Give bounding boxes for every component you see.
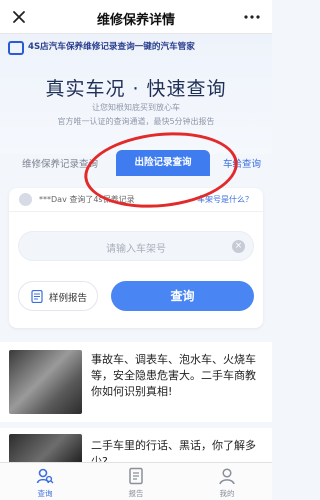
vin-help-link[interactable]: 车架号是什么？ [197,194,253,205]
document-icon [31,290,43,303]
tab-maintenance-record[interactable]: 维修保养记录查询 [22,156,98,170]
profile-icon [219,468,235,485]
ticker-text: ***Dav 查询了4s保养记录 [39,194,135,205]
hero-subline-2: 官方唯一认证的查询通道，最快5分钟出报告 [57,117,215,126]
sample-report-label: 样例报告 [49,293,88,304]
avatar [19,193,32,206]
nav-query-label: 查询 [37,489,53,498]
article-title: 事故车、调表车、泡水车、火烧车等，安全隐患危害大。二手车商教你如何识别真相! [91,353,256,398]
nav-profile-label: 我的 [219,489,235,498]
ticker-action: 查询了4s保养记录 [69,195,135,204]
bottom-nav: 查询 报告 我的 [0,462,272,500]
page-title: 维修保养详情 [96,13,175,28]
query-button[interactable]: 查询 [111,281,254,311]
nav-profile[interactable]: 我的 [182,463,272,500]
hero-subline: 让您知根知底买到放心车 [92,103,180,112]
tab-insurance-record[interactable]: 出险记录查询 [116,150,210,176]
article-item[interactable]: 事故车、调表车、泡水车、火烧车等，安全隐患危害大。二手车商教你如何识别真相! [0,342,272,422]
article-thumbnail [9,350,82,414]
clear-icon[interactable]: × [232,240,245,253]
query-tabs: 维修保养记录查询 出险记录查询 车给查询 [0,150,272,178]
nav-query[interactable]: 查询 [0,463,90,500]
article-title-2: 二手车里的行话、黑话，你了解多少? [91,439,256,462]
report-icon [129,467,143,485]
ticker-user: ***Dav [39,195,67,204]
recent-query-ticker: ***Dav 查询了4s保养记录 车架号是什么？ [9,188,263,212]
hero-banner: 4S店汽车保养维修记录查询一键的汽车管家 真实车况 · 快速查询 让您知根知底买… [0,34,272,154]
nav-report-label: 报告 [128,489,144,498]
more-icon[interactable] [242,7,262,27]
hero-headline: 真实车况 · 快速查询 [45,78,227,100]
brand-logo-icon [8,41,24,55]
query-panel: ***Dav 查询了4s保养记录 车架号是什么？ 请输入车架号 × 样例报告 查… [9,188,263,328]
tab-vehicle-query[interactable]: 车给查询 [223,156,261,170]
sample-report-button[interactable]: 样例报告 [18,281,98,311]
top-bar: 维修保养详情 [0,0,272,34]
article-item-2[interactable]: 二手车里的行话、黑话，你了解多少? [0,428,272,462]
vin-input[interactable]: 请输入车架号 × [18,231,254,261]
nav-report[interactable]: 报告 [91,463,181,500]
article-thumbnail-2 [9,434,82,462]
vin-input-placeholder: 请输入车架号 [106,244,166,255]
brand-slogan: 4S店汽车保养维修记录查询一键的汽车管家 [28,42,195,52]
search-user-icon [36,468,54,484]
